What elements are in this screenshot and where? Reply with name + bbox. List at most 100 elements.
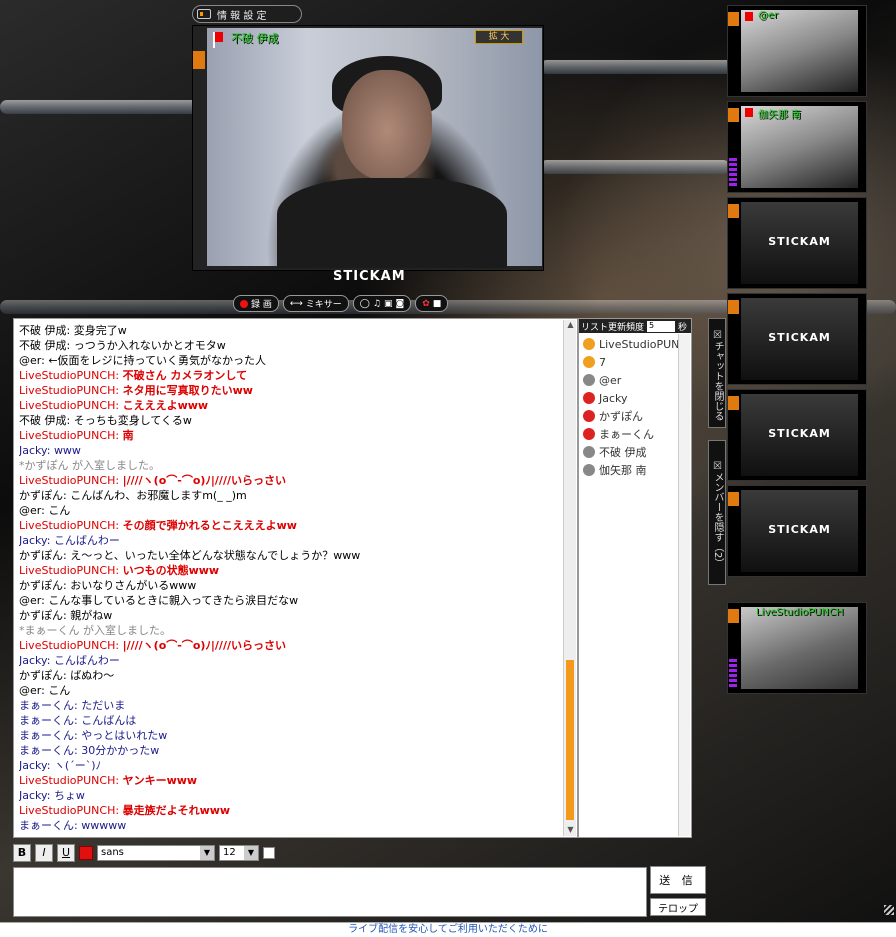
hide-members-tab[interactable]: ☒メンバーを隠す（2）	[708, 440, 726, 585]
member-item[interactable]: 伽矢那 南	[583, 461, 691, 479]
avatar-icon	[583, 392, 595, 404]
chat-author: Jacky:	[19, 759, 54, 772]
hide-members-label: メンバーを隠す（2）	[712, 471, 723, 569]
speaker-icon[interactable]	[728, 204, 739, 218]
chat-author: LiveStudioPUNCH:	[19, 564, 123, 577]
effect-icon: ✿	[422, 298, 430, 309]
message-input[interactable]	[13, 867, 647, 917]
option-checkbox[interactable]	[263, 847, 275, 859]
scroll-thumb[interactable]	[566, 660, 574, 820]
bold-button[interactable]: B	[13, 844, 31, 862]
volume-meter	[729, 158, 737, 186]
chat-line: @er: ←仮面をレジに持っていく勇気がなかった人	[19, 353, 559, 368]
flag-icon[interactable]	[745, 108, 753, 117]
stage-background: 情 報 設 定 不破 伊成 拡 大 STICKAM 録 画 ⟷ ミキサー ◯ ♫ ▣ ◙…	[0, 0, 896, 937]
format-toolbar: B I U sans ▼ 12 ▼	[13, 843, 275, 863]
info-tab-label: 情 報 設 定	[217, 10, 267, 22]
chat-line: まぁーくん: 30分かかったw	[19, 743, 559, 758]
speaker-icon[interactable]	[728, 108, 739, 122]
italic-button[interactable]: I	[35, 844, 53, 862]
media-buttons[interactable]: ◯ ♫ ▣ ◙	[352, 295, 412, 312]
info-settings-tab[interactable]: 情 報 設 定	[192, 5, 302, 23]
background-bar	[540, 60, 740, 74]
chat-author: 不破 伊成:	[19, 414, 74, 427]
video-camera-icon[interactable]: ▣	[384, 299, 393, 309]
stickam-logo: STICKAM	[768, 234, 831, 248]
record-button[interactable]: 録 画	[233, 295, 279, 312]
video-controls: 録 画 ⟷ ミキサー ◯ ♫ ▣ ◙ ✿ ■	[233, 295, 449, 312]
chat-text: こんばんわー	[53, 534, 120, 547]
chat-line: Jacky: ヽ(´ー`)ﾉ	[19, 758, 559, 773]
thumb-feed: STICKAM	[741, 490, 858, 572]
scroll-up-icon[interactable]: ▲	[564, 320, 577, 331]
chat-author: LiveStudioPUNCH:	[19, 429, 123, 442]
member-list-header: リスト更新頻度 5 秒	[579, 319, 691, 333]
speaker-icon[interactable]	[728, 300, 739, 314]
photo-camera-icon[interactable]: ◙	[395, 299, 404, 309]
ring-icon[interactable]: ◯	[360, 299, 370, 309]
chat-text: 暴走族だよそれwww	[122, 804, 231, 817]
speaker-icon[interactable]	[728, 609, 739, 623]
chat-line: Jacky: ちょw	[19, 788, 559, 803]
font-size-select[interactable]: 12 ▼	[219, 845, 259, 861]
flag-icon[interactable]	[213, 32, 223, 48]
refresh-select[interactable]: 5	[647, 320, 676, 332]
thumb-empty-1[interactable]: STICKAM	[727, 197, 867, 289]
member-item[interactable]: まぁーくん	[583, 425, 691, 443]
music-icon[interactable]: ♫	[373, 299, 381, 309]
mixer-button[interactable]: ⟷ ミキサー	[282, 295, 349, 312]
telop-button[interactable]: テロップ	[650, 898, 706, 916]
member-name: 7	[599, 355, 606, 369]
refresh-unit: 秒	[678, 322, 688, 333]
font-select[interactable]: sans ▼	[97, 845, 215, 861]
speaker-icon[interactable]	[728, 492, 739, 506]
text-color-picker[interactable]	[79, 846, 93, 860]
avatar-icon	[583, 410, 595, 422]
chat-line: 不破 伊成: 変身完了w	[19, 323, 559, 338]
chat-scrollbar[interactable]: ▲ ▼	[563, 320, 576, 836]
mixer-label: ミキサー	[305, 300, 342, 310]
thumb-livestudiopunch[interactable]: LiveStudioPUNCH	[727, 602, 867, 694]
record-label: 録 画	[251, 300, 272, 310]
chat-author: @er:	[19, 684, 49, 697]
member-name: 不破 伊成	[599, 446, 647, 459]
info-icon	[197, 9, 211, 19]
thumb-empty-4[interactable]: STICKAM	[727, 485, 867, 577]
chat-author: LiveStudioPUNCH:	[19, 774, 123, 787]
member-item[interactable]: LiveStudioPUN	[583, 335, 691, 353]
underline-button[interactable]: U	[57, 844, 75, 862]
chat-log[interactable]: 不破 伊成: 変身完了w 不破 伊成: っつうか入れないかとオモタw @er: ←仮…	[13, 318, 578, 838]
effect-toggle-button[interactable]: ✿ ■	[415, 295, 449, 312]
zoom-button[interactable]: 拡 大	[475, 30, 523, 44]
chat-line: LiveStudioPUNCH: ヤンキーwww	[19, 773, 559, 788]
member-scrollbar[interactable]	[678, 334, 690, 836]
thumb-er[interactable]: @er	[727, 5, 867, 97]
chevron-down-icon[interactable]: ▼	[200, 846, 214, 860]
member-item[interactable]: 不破 伊成	[583, 443, 691, 461]
thumb-feed	[741, 607, 858, 689]
send-button[interactable]: 送 信	[650, 866, 706, 894]
member-name: 伽矢那 南	[599, 464, 647, 477]
scroll-down-icon[interactable]: ▼	[564, 825, 577, 836]
flag-icon[interactable]	[745, 12, 753, 21]
member-item[interactable]: Jacky	[583, 389, 691, 407]
thumb-minami[interactable]: 伽矢那 南	[727, 101, 867, 193]
resize-grip-icon[interactable]	[884, 905, 894, 915]
member-item[interactable]: @er	[583, 371, 691, 389]
close-chat-tab[interactable]: ☒チャットを閉じる	[708, 318, 726, 428]
speaker-icon[interactable]	[728, 12, 739, 26]
member-item[interactable]: かずぽん	[583, 407, 691, 425]
chat-line: *まぁーくん が入室しました。	[19, 623, 559, 638]
speaker-icon[interactable]	[728, 396, 739, 410]
background-bar	[0, 100, 200, 114]
thumb-empty-3[interactable]: STICKAM	[727, 389, 867, 481]
chat-author: LiveStudioPUNCH:	[19, 519, 123, 532]
member-item[interactable]: 7	[583, 353, 691, 371]
thumb-empty-2[interactable]: STICKAM	[727, 293, 867, 385]
stickam-logo: STICKAM	[333, 269, 406, 284]
speaker-icon[interactable]	[193, 51, 205, 69]
footer-link[interactable]: ライブ配信を安心してご利用いただくために	[0, 922, 896, 937]
chevron-down-icon[interactable]: ▼	[244, 846, 258, 860]
broadcaster-name: 不破 伊成	[231, 32, 279, 45]
chat-line: 不破 伊成: そっちも変身してくるw	[19, 413, 559, 428]
